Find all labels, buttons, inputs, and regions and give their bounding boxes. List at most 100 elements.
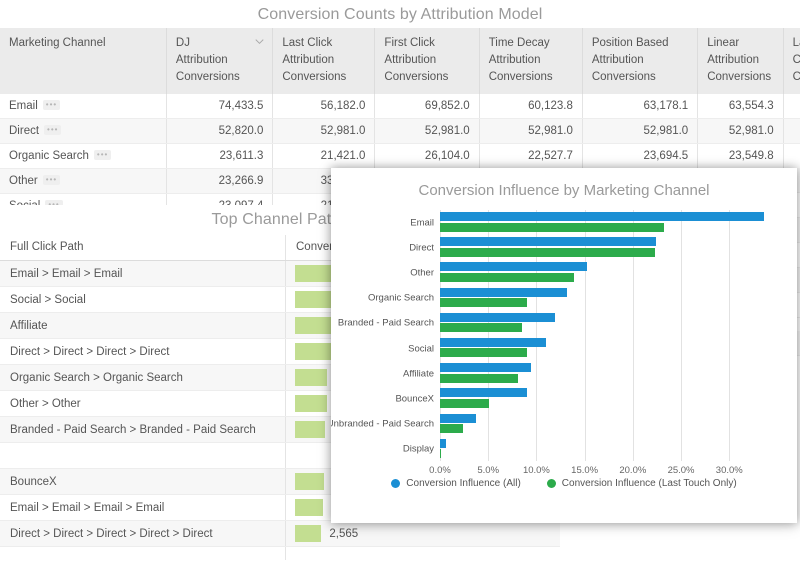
conversions-value: 2,565: [329, 527, 359, 540]
cell-first-click: 69,852.0: [374, 94, 480, 119]
page-title-attribution: Conversion Counts by Attribution Model: [257, 6, 543, 23]
chart-category-label: Affiliate: [403, 368, 434, 380]
conversions-bar: [295, 525, 322, 542]
chart-legend-item[interactable]: Conversion Influence (Last Touch Only): [546, 478, 737, 489]
column-header-last-google-ads-click-attribution[interactable]: Last Google Ads Click Attribution Conver…: [783, 28, 800, 94]
header-line: Attribution: [175, 54, 228, 66]
conversions-bar: [295, 395, 327, 412]
chart-category-row: Organic Search: [368, 286, 763, 311]
cell-last-google-ads: 4: [783, 94, 800, 119]
cell-position-based: 63,178.1: [582, 94, 699, 119]
header-line: Last Click: [282, 37, 333, 49]
chart-bar-all[interactable]: [440, 212, 764, 221]
conversions-bar: [295, 499, 323, 516]
chart-bar-all[interactable]: [440, 363, 531, 373]
chart-category-label: Social: [408, 343, 434, 355]
chart-bar-last-touch[interactable]: [440, 298, 527, 308]
chart-bar-last-touch[interactable]: [440, 272, 575, 282]
chart-bar-all[interactable]: [440, 262, 587, 272]
header-line: DJ: [175, 37, 190, 49]
chart-x-tick-label: 5.0%: [477, 465, 500, 476]
cell-position-based: 52,981.0: [582, 118, 699, 144]
chart-category-label: BounceX: [395, 393, 434, 405]
cell-full-click-path: Social > Social: [0, 286, 286, 313]
channel-label: Organic Search: [9, 150, 89, 162]
cell-linear: 23,549.8: [697, 143, 784, 169]
column-header-position-based-attribution[interactable]: Position Based Attribution Conversions: [582, 28, 699, 94]
cell-first-click: 26,104.0: [374, 143, 480, 169]
chart-bar-last-touch[interactable]: [440, 398, 490, 408]
chart-bar-last-touch[interactable]: [440, 449, 442, 459]
chart-x-tick-label: 25.0%: [667, 465, 695, 476]
chart-bar-last-touch[interactable]: [440, 222, 664, 232]
chart-bar-last-touch[interactable]: [440, 424, 464, 433]
cell-last-click: 52,981.0: [272, 118, 376, 144]
chart-bar-all[interactable]: [440, 337, 547, 347]
cell-full-click-path: Email > Email > Email > Email: [0, 494, 286, 521]
ellipsis-icon[interactable]: •••: [44, 125, 62, 135]
header-line: Attribution: [591, 54, 644, 66]
column-header-dj-attribution[interactable]: DJ Attribution Conversions: [166, 28, 274, 94]
chart-bar-last-touch[interactable]: [440, 348, 527, 358]
chevron-down-icon[interactable]: [255, 37, 264, 46]
chart-bar-last-touch[interactable]: [440, 323, 522, 333]
header-line: Attribution: [488, 54, 541, 66]
cell-last-google-ads: 0: [783, 143, 800, 169]
chart-bar-all[interactable]: [440, 413, 476, 423]
cell-full-click-path: [0, 442, 286, 469]
chart-bar-all[interactable]: [440, 388, 527, 398]
chart-category-row: Email: [410, 210, 764, 235]
table-row[interactable]: Direct ••• 52,820.0 52,981.0 52,981.0 52,…: [0, 118, 800, 144]
header-line: Conversions: [707, 71, 772, 83]
cell-full-click-path: Other > Other: [0, 390, 286, 417]
header-line: Conversions: [175, 71, 240, 83]
cell-time-decay: 52,981.0: [479, 118, 583, 144]
channel-label: Email: [9, 100, 38, 112]
cell-full-click-path: Email > Email > Email: [0, 260, 286, 287]
column-header-time-decay-attribution[interactable]: Time Decay Attribution Conversions: [479, 28, 583, 94]
chart-bar-all[interactable]: [440, 312, 555, 322]
table-row[interactable]: Organic Search ••• 23,611.3 21,421.0 26,1…: [0, 143, 800, 169]
chart-category-label: Display: [402, 443, 434, 455]
cell-position-based: 23,694.5: [582, 143, 699, 169]
chart-bar-all[interactable]: [440, 287, 568, 297]
table-row[interactable]: Email ••• 74,433.5 56,182.0 69,852.0 60,1…: [0, 94, 800, 119]
ellipsis-icon[interactable]: •••: [42, 175, 61, 185]
cell-linear: 63,554.3: [697, 94, 784, 119]
cell-dj: 74,433.5: [166, 94, 274, 119]
chart-category-label: Other: [410, 267, 434, 279]
header-line: First Click: [384, 37, 435, 49]
chart-legend-item[interactable]: Conversion Influence (All): [391, 478, 521, 489]
column-header-linear-attribution[interactable]: Linear Attribution Conversions: [697, 28, 784, 94]
chart-plot-area: Email Direct Other Organic Search Branded - …: [331, 206, 797, 476]
header-line: Attribution: [384, 54, 437, 66]
chart-category-row: Social: [408, 336, 763, 361]
cell-last-click: 56,182.0: [272, 94, 376, 119]
header-line: Marketing Channel: [9, 37, 106, 49]
cell-last-google-ads: 0: [783, 118, 800, 144]
chart-bar-all[interactable]: [440, 438, 446, 448]
column-header-first-click-attribution[interactable]: First Click Attribution Conversions: [374, 28, 480, 94]
column-header-marketing-channel[interactable]: Marketing Channel: [0, 28, 167, 94]
column-header-last-click-attribution[interactable]: Last Click Attribution Conversions: [272, 28, 376, 94]
channel-label: Direct: [9, 125, 40, 137]
chart-category-row: Branded - Paid Search: [338, 311, 763, 336]
chart-bar-last-touch[interactable]: [440, 373, 519, 383]
header-line: Linear: [707, 37, 740, 49]
ellipsis-icon[interactable]: •••: [93, 150, 112, 160]
chart-bar-all[interactable]: [440, 237, 656, 247]
header-line: Attribution: [282, 54, 335, 66]
chart-legend: Conversion Influence (All) Conversion Inf…: [331, 478, 797, 489]
conversions-bar: [295, 317, 335, 334]
conversions-bar: [295, 265, 335, 282]
table-row[interactable]: Direct > Direct > Direct > Direct > Dire…: [0, 520, 560, 547]
chart-bar-last-touch[interactable]: [440, 247, 655, 257]
header-line: Time Decay: [488, 37, 550, 49]
column-header-full-click-path[interactable]: Full Click Path: [0, 235, 286, 261]
header-line: Attribution: [707, 54, 759, 66]
chart-x-tick-label: 30.0%: [715, 465, 743, 476]
cell-dj: 52,820.0: [166, 118, 274, 144]
chart-category-row: Affiliate: [403, 361, 763, 386]
cell-channel: Organic Search •••: [0, 143, 167, 169]
ellipsis-icon[interactable]: •••: [42, 100, 61, 110]
